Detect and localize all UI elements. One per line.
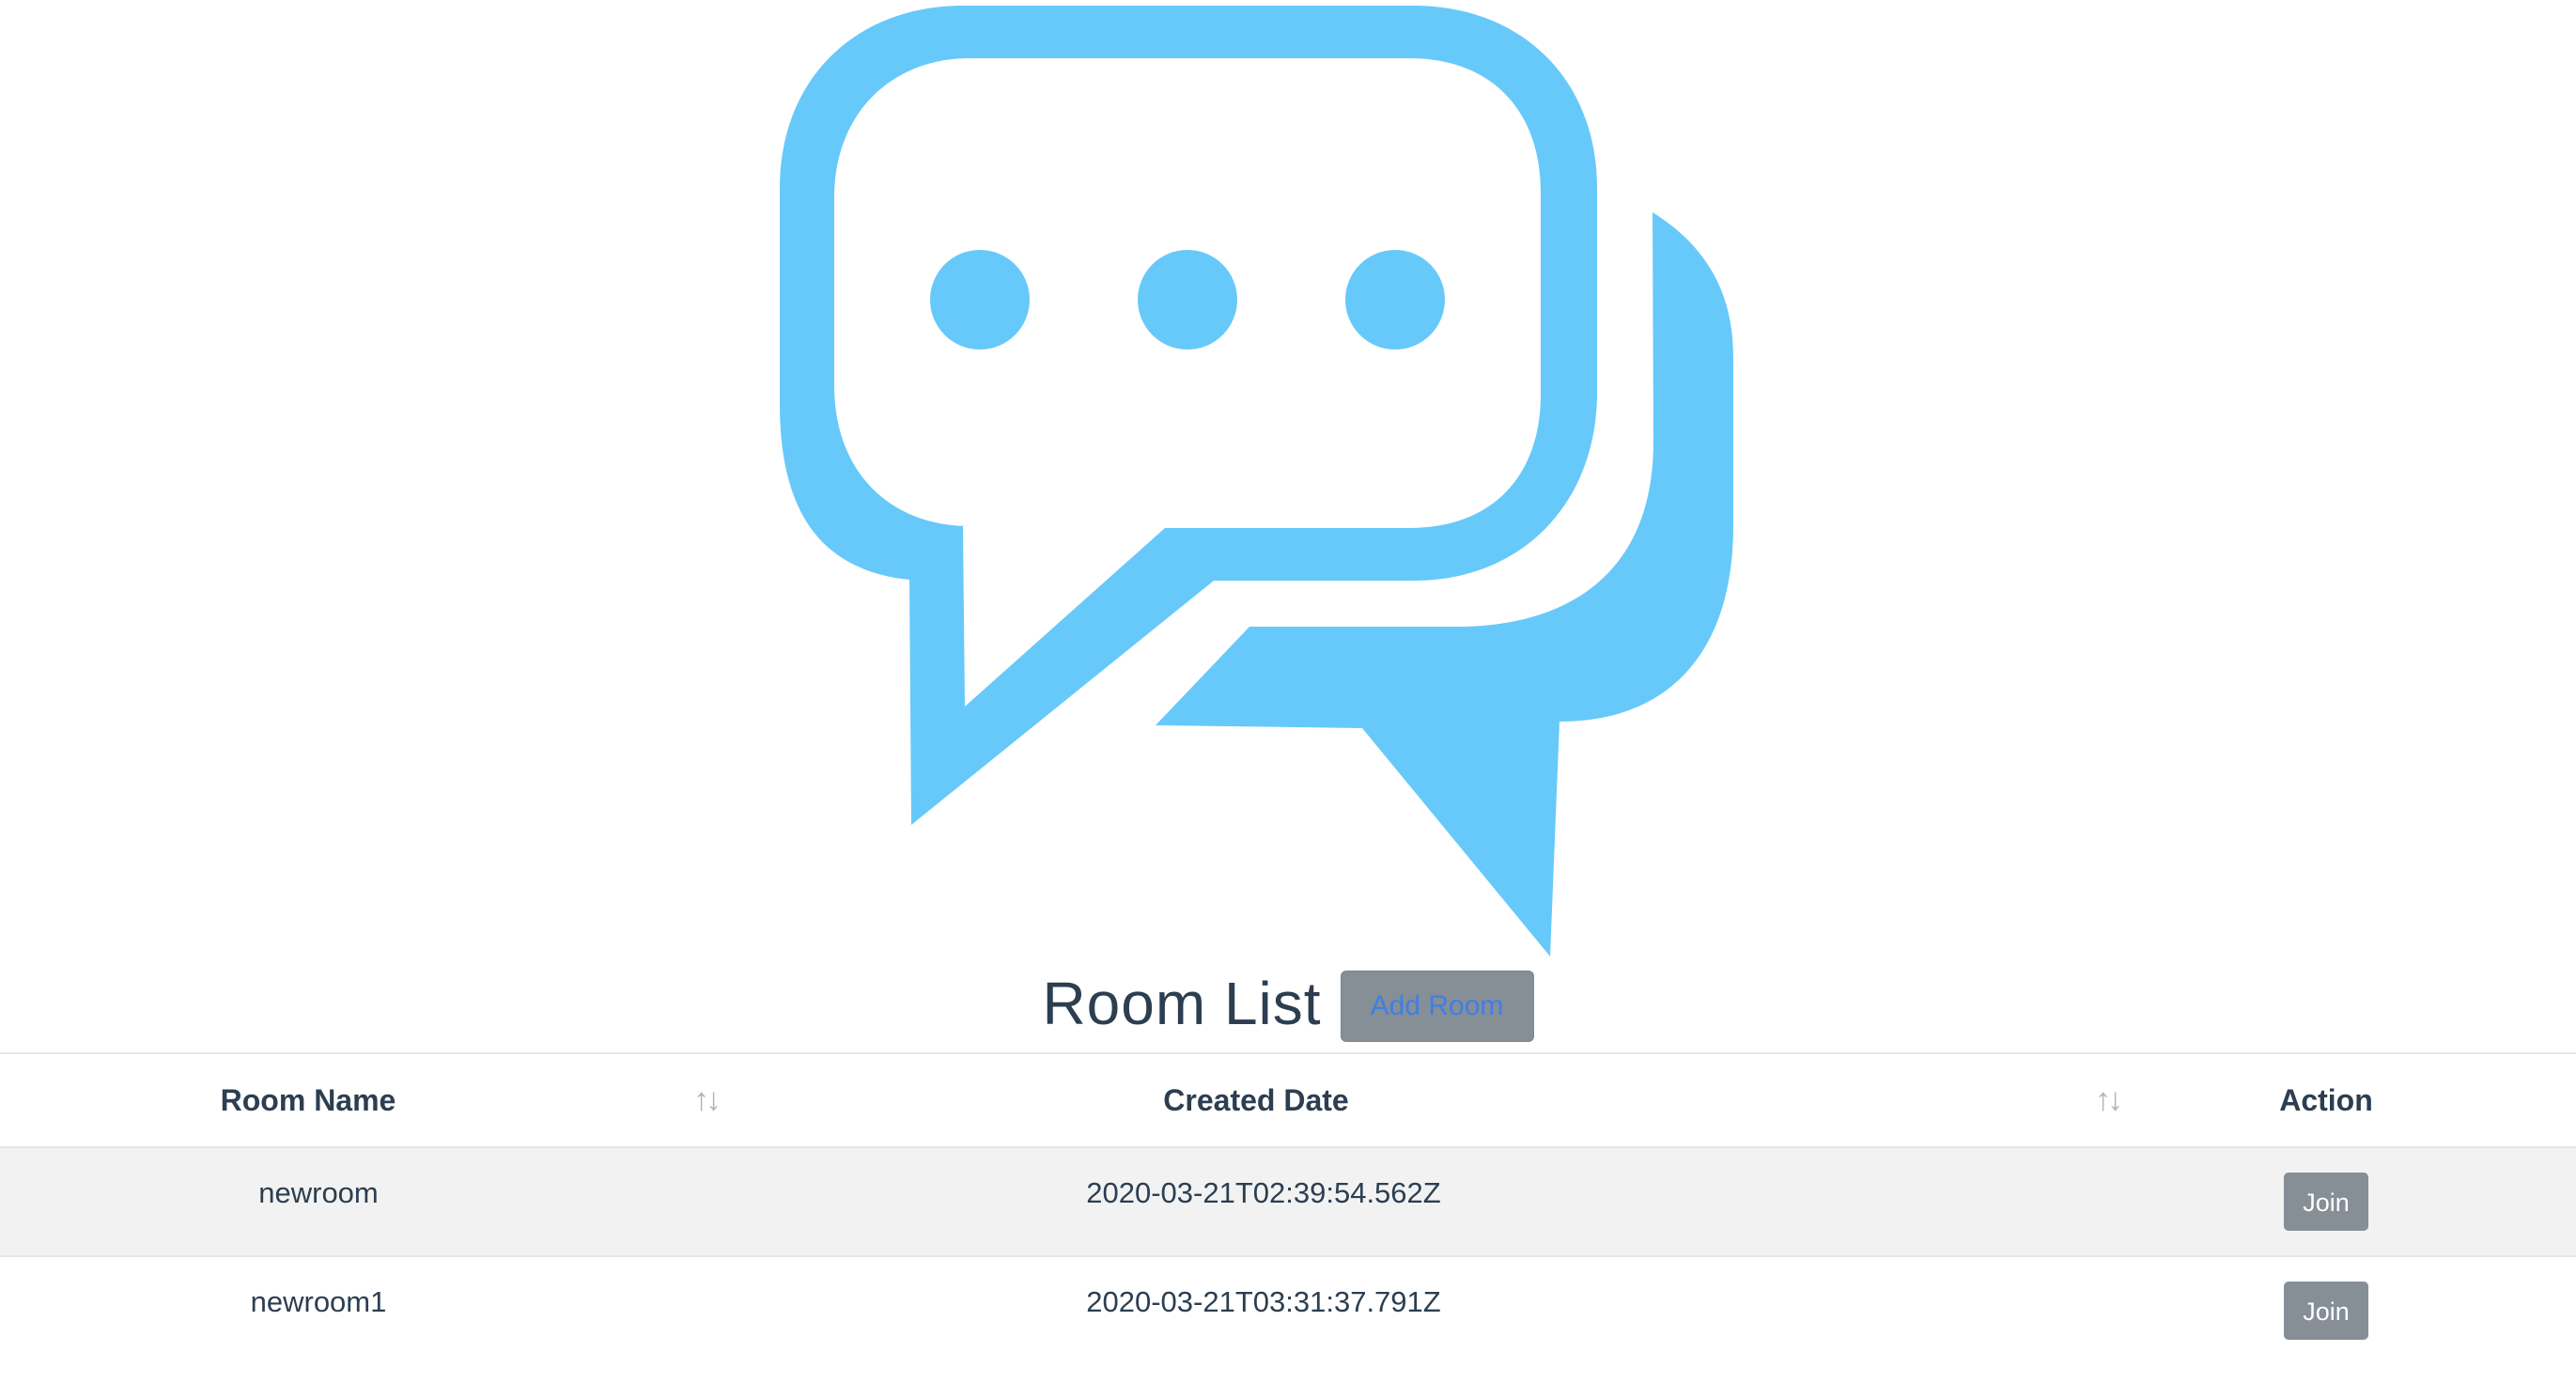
created-date: 2020-03-21T03:31:37.791Z [1086,1285,1441,1318]
created-date-cell: 2020-03-21T02:39:54.562Z [770,1147,2133,1257]
join-button[interactable]: Join [2284,1282,2368,1340]
add-room-button[interactable]: Add Room [1340,971,1534,1042]
dot-3-shape [1345,250,1445,350]
join-button[interactable]: Join [2284,1173,2368,1231]
action-cell: Join [2133,1147,2576,1257]
app-root: Room List Add Room Room Name ↑↓ Created … [0,0,2576,1383]
created-date: 2020-03-21T02:39:54.562Z [1086,1176,1441,1209]
column-header-created-date[interactable]: Created Date ↑↓ [770,1052,2133,1148]
table-row: newroom1 2020-03-21T03:31:37.791Z Join [0,1256,2576,1364]
column-header-label: Room Name [220,1082,396,1117]
dot-2-shape [1138,250,1237,350]
room-table: Room Name ↑↓ Created Date ↑↓ Action newr… [0,1052,2576,1364]
sort-arrows-icon[interactable]: ↑↓ [2095,1082,2123,1119]
dot-1-shape [930,250,1030,350]
column-header-room-name[interactable]: Room Name ↑↓ [0,1052,770,1148]
table-header-row: Room Name ↑↓ Created Date ↑↓ Action [0,1052,2576,1148]
column-header-label: Created Date [1163,1082,1349,1117]
sort-arrows-icon[interactable]: ↑↓ [693,1082,722,1119]
created-date-cell: 2020-03-21T03:31:37.791Z [770,1256,2133,1364]
column-header-action: Action [2133,1052,2576,1148]
column-header-label: Action [2279,1082,2373,1117]
back-chat-bubble-shape [1156,212,1733,956]
action-cell: Join [2133,1256,2576,1364]
page-title: Room List [1042,970,1322,1037]
table-row: newroom 2020-03-21T02:39:54.562Z Join [0,1147,2576,1257]
title-row: Room List Add Room [0,956,2576,1050]
chat-bubbles-logo-icon [780,6,1733,956]
